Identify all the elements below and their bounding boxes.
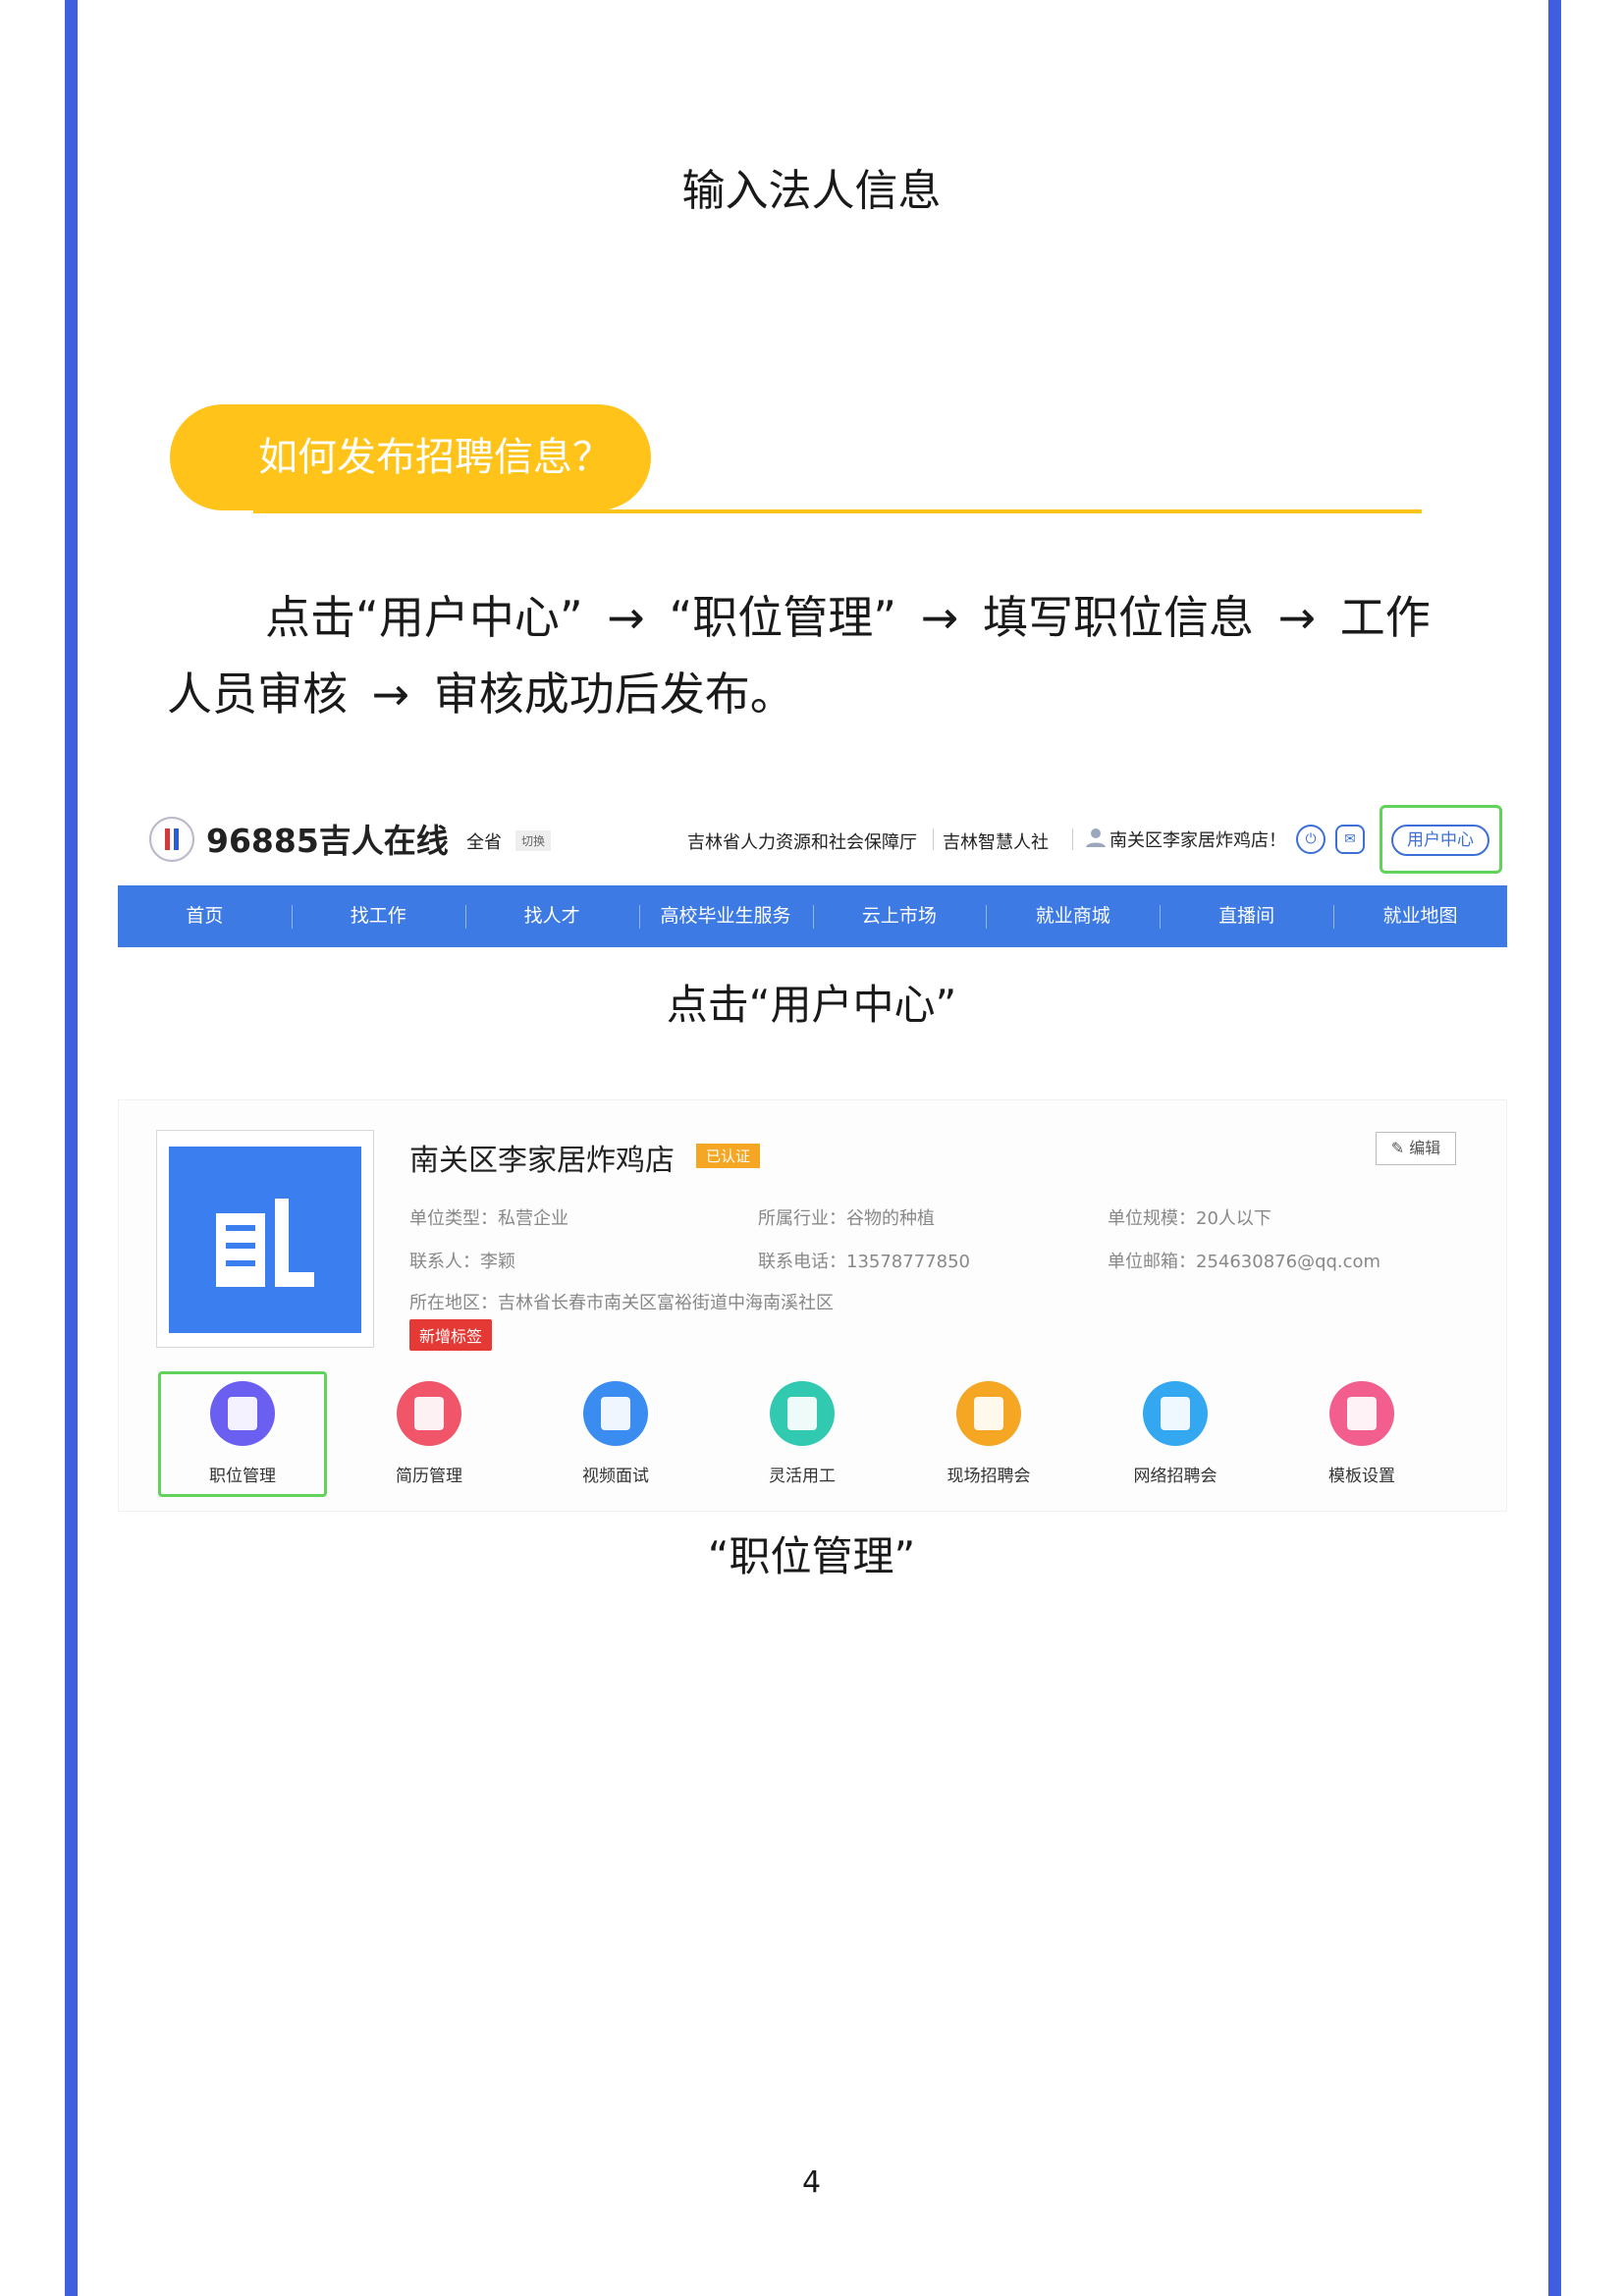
step-user-center: 点击“用户中心” xyxy=(265,591,583,644)
company-industry: 所属行业：谷物的种植 xyxy=(758,1208,935,1229)
menu-onsite-job-fair[interactable]: 现场招聘会 xyxy=(904,1371,1073,1499)
company-name: 南关区李家居炸鸡店 xyxy=(409,1144,675,1178)
screenshot-site-header: 96885吉人在线 全省 切换 吉林省人力资源和社会保障厅 吉林智慧人社 南关区… xyxy=(118,795,1507,947)
mail-icon[interactable]: ✉ xyxy=(1335,825,1365,854)
heading-legal-person: 输入法人信息 xyxy=(681,166,942,216)
company-type: 单位类型：私营企业 xyxy=(409,1208,568,1229)
nav-job-map[interactable]: 就业地图 xyxy=(1333,885,1507,947)
menu-video-interview[interactable]: 视频面试 xyxy=(531,1371,700,1499)
company-contact: 联系人：李颖 xyxy=(409,1252,515,1272)
company-address: 所在地区：吉林省长春市南关区富裕街道中海南溪社区 xyxy=(409,1293,834,1313)
main-nav: 首页 找工作 找人才 高校毕业生服务 云上市场 就业商城 直播间 就业地图 xyxy=(118,885,1507,947)
nav-find-talent[interactable]: 找人才 xyxy=(464,885,639,947)
power-icon[interactable]: ⏻ xyxy=(1296,825,1325,854)
smart-link[interactable]: 吉林智慧人社 xyxy=(943,828,1049,854)
verified-badge: 已认证 xyxy=(696,1144,761,1168)
building-icon xyxy=(216,1199,314,1287)
video-icon xyxy=(583,1381,648,1446)
user-center-button[interactable]: 用户中心 xyxy=(1391,825,1489,856)
step-review: 人员审核 xyxy=(167,667,348,721)
user-greeting: 南关区李家居炸鸡店！ xyxy=(1109,830,1286,851)
arrow-icon: → xyxy=(607,591,645,644)
region-switch-button[interactable]: 切换 xyxy=(515,830,552,851)
resume-icon xyxy=(397,1381,461,1446)
menu-flexible-employment[interactable]: 灵活用工 xyxy=(718,1371,887,1499)
company-email: 单位邮箱：254630876@qq.com xyxy=(1108,1252,1381,1272)
site-topbar: 96885吉人在线 全省 切换 吉林省人力资源和社会保障厅 吉林智慧人社 南关区… xyxy=(118,795,1507,879)
caption-job-management: “职位管理” xyxy=(707,1532,916,1580)
screenshot-company-panel: 南关区李家居炸鸡店 已认证 ✎ 编辑 单位类型：私营企业 所属行业：谷物的种植 … xyxy=(118,1099,1507,1512)
page-border-left xyxy=(65,0,78,2296)
browser-icon xyxy=(1143,1381,1208,1446)
nav-live[interactable]: 直播间 xyxy=(1160,885,1333,947)
menu-online-job-fair[interactable]: 网络招聘会 xyxy=(1091,1371,1260,1499)
nav-cloud-market[interactable]: 云上市场 xyxy=(812,885,987,947)
site-logo-text: 96885吉人在线 xyxy=(206,822,449,860)
arrow-icon: → xyxy=(920,591,959,644)
nav-home[interactable]: 首页 xyxy=(118,885,292,947)
arrow-icon: → xyxy=(1277,591,1317,644)
people-icon xyxy=(770,1381,835,1446)
company-avatar xyxy=(156,1130,374,1348)
menu-template-settings[interactable]: 模板设置 xyxy=(1277,1371,1446,1499)
region-label: 全省 xyxy=(466,832,502,853)
step-fill-info: 填写职位信息 xyxy=(982,591,1254,644)
briefcase-icon xyxy=(210,1381,275,1446)
caption-user-center: 点击“用户中心” xyxy=(666,981,957,1029)
step-staff: 工作 xyxy=(1339,591,1431,644)
company-scale: 单位规模：20人以下 xyxy=(1108,1208,1271,1229)
section-pill: 如何发布招聘信息？ xyxy=(170,404,651,510)
steps-paragraph: 点击“用户中心” → “职位管理” → 填写职位信息 → 工作 人员审核 → 审… xyxy=(167,579,1483,732)
step-job-management: “职位管理” xyxy=(669,591,897,644)
arrow-icon: → xyxy=(371,667,410,721)
page-border-right xyxy=(1548,0,1561,2296)
add-tag-button[interactable]: 新增标签 xyxy=(409,1319,493,1351)
nav-job-mall[interactable]: 就业商城 xyxy=(986,885,1160,947)
edit-icon: ✎ xyxy=(1390,1139,1405,1157)
menu-job-management[interactable]: 职位管理 xyxy=(158,1371,327,1499)
nav-find-job[interactable]: 找工作 xyxy=(291,885,465,947)
company-phone: 联系电话：13578777850 xyxy=(758,1252,970,1272)
user-icon xyxy=(1086,828,1106,847)
gov-link[interactable]: 吉林省人力资源和社会保障厅 xyxy=(687,828,917,854)
site-logo-icon xyxy=(149,817,194,862)
divider xyxy=(933,828,934,850)
step-publish: 审核成功后发布。 xyxy=(433,667,795,721)
building-icon xyxy=(956,1381,1021,1446)
menu-resume-management[interactable]: 简历管理 xyxy=(345,1371,514,1499)
document-icon xyxy=(1329,1381,1394,1446)
nav-graduate-service[interactable]: 高校毕业生服务 xyxy=(638,885,813,947)
function-menu: 职位管理 简历管理 视频面试 灵活用工 现场招聘会 网络招聘会 模板设置 xyxy=(156,1371,1462,1499)
divider xyxy=(1072,828,1073,850)
edit-button[interactable]: ✎ 编辑 xyxy=(1376,1132,1456,1165)
section-underline xyxy=(253,509,1422,513)
page-number: 4 xyxy=(801,2165,822,2200)
